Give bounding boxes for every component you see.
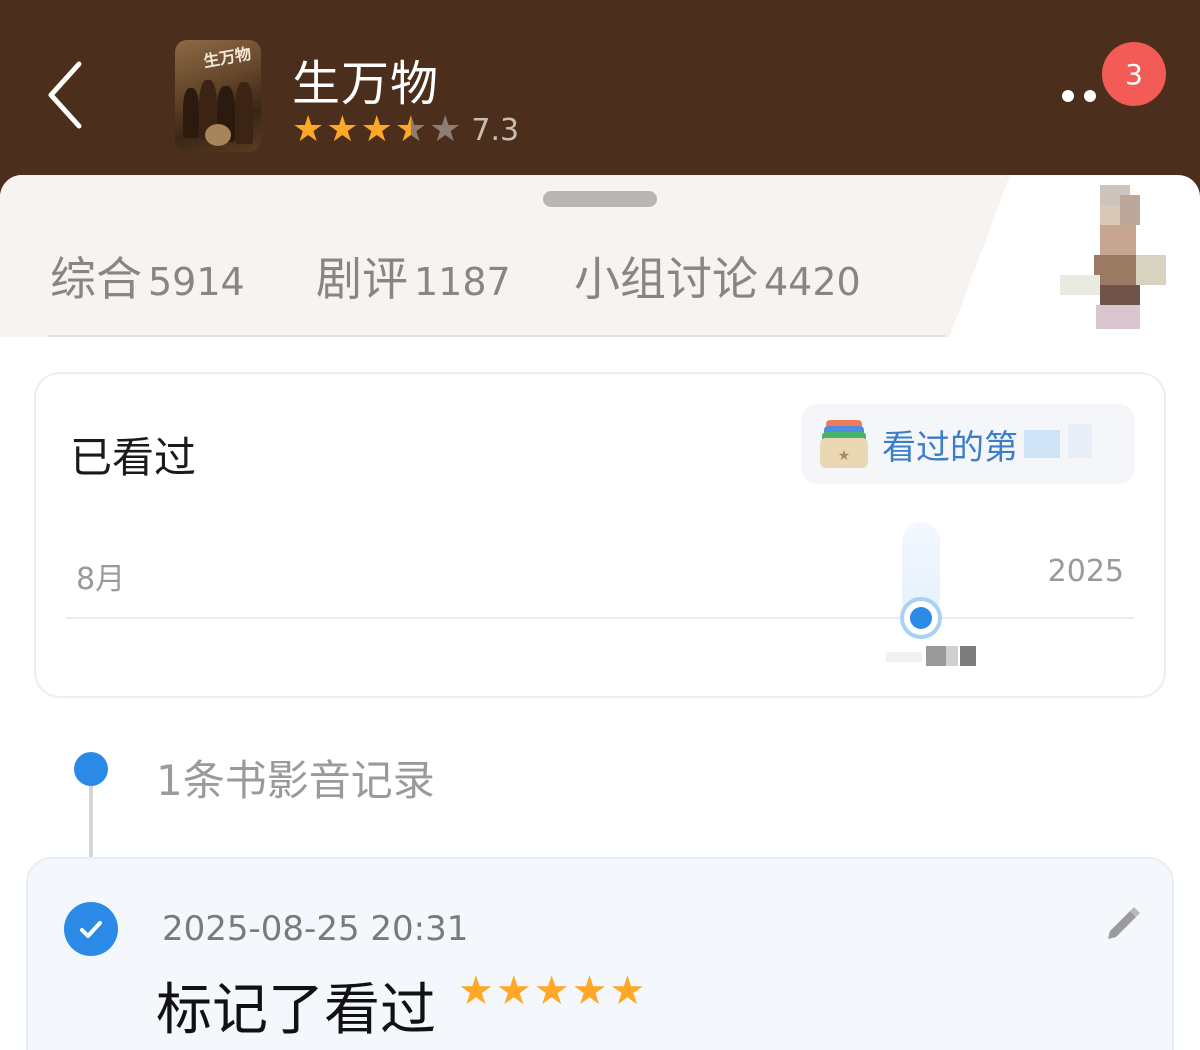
timeline-axis <box>66 617 1134 619</box>
poster-title-art: 生万物 <box>201 43 253 72</box>
edit-record-button[interactable] <box>1100 903 1144 947</box>
tab-overview[interactable]: 综合 5914 <box>50 243 245 309</box>
back-chevron-icon <box>48 61 82 129</box>
timeline-marker[interactable] <box>900 597 942 639</box>
star-icon: ★ <box>495 968 532 1014</box>
timeline-start-label: 8月 <box>76 562 126 597</box>
drag-handle[interactable] <box>543 191 657 207</box>
tab-count: 4420 <box>764 260 861 304</box>
card-stack-icon: ★ <box>820 420 868 468</box>
record-timestamp: 2025-08-25 20:31 <box>162 909 469 949</box>
star-icon: ★ <box>533 968 570 1014</box>
star-icon: ★ <box>609 968 646 1014</box>
timeline-end-label: 2025 <box>1047 554 1124 589</box>
records-dot <box>74 752 108 786</box>
page-title: 生万物 <box>292 56 440 112</box>
bottom-sheet: 综合 5914 剧评 1187 小组讨论 4420 已看过 ★ 看过的第 8月 … <box>0 175 1200 1050</box>
rating-stars: ★ ★ ★ ★ ★ 7.3 <box>292 110 519 150</box>
tab-reviews[interactable]: 剧评 1187 <box>316 243 511 309</box>
star-icon: ★ <box>571 968 608 1014</box>
tab-label: 综合 <box>50 252 142 306</box>
tab-group-discussion[interactable]: 小组讨论 4420 <box>574 243 861 309</box>
watched-status-title: 已看过 <box>70 433 197 482</box>
tab-divider <box>48 335 946 337</box>
back-button[interactable] <box>30 50 100 140</box>
record-rating-stars: ★ ★ ★ ★ ★ <box>458 971 645 1011</box>
star-icon: ★ <box>360 109 393 150</box>
tab-count: 1187 <box>414 260 511 304</box>
svg-text:★: ★ <box>838 448 851 464</box>
check-circle-icon <box>64 902 118 956</box>
more-dots-icon[interactable] <box>1062 90 1096 102</box>
star-icon: ★ <box>326 109 359 150</box>
poster-thumbnail[interactable]: 生万物 <box>175 40 261 152</box>
rating-score: 7.3 <box>471 112 520 148</box>
notification-badge[interactable]: 3 <box>1102 42 1166 106</box>
watched-card: 已看过 ★ 看过的第 8月 2025 <box>34 372 1166 698</box>
star-icon: ★ <box>292 109 325 150</box>
records-count-label: 1条书影音记录 <box>156 756 435 805</box>
watched-pill-label: 看过的第 <box>882 427 1018 468</box>
record-action: 标记了看过 <box>156 978 436 1043</box>
empty-star-icon: ★ <box>429 109 462 150</box>
tab-label: 小组讨论 <box>574 252 758 306</box>
tab-label: 剧评 <box>316 252 408 306</box>
tab-count: 5914 <box>148 260 245 304</box>
half-star-icon: ★ <box>394 109 428 150</box>
pixelated-avatar[interactable] <box>1040 175 1200 345</box>
pencil-icon <box>1108 907 1140 939</box>
watched-ordinal-pill[interactable]: ★ 看过的第 <box>802 404 1134 484</box>
pixelated-pill-tail <box>1024 424 1104 464</box>
star-icon: ★ <box>458 968 494 1014</box>
header-bar: 生万物 生万物 ★ ★ ★ ★ ★ 7.3 3 <box>0 0 1200 180</box>
